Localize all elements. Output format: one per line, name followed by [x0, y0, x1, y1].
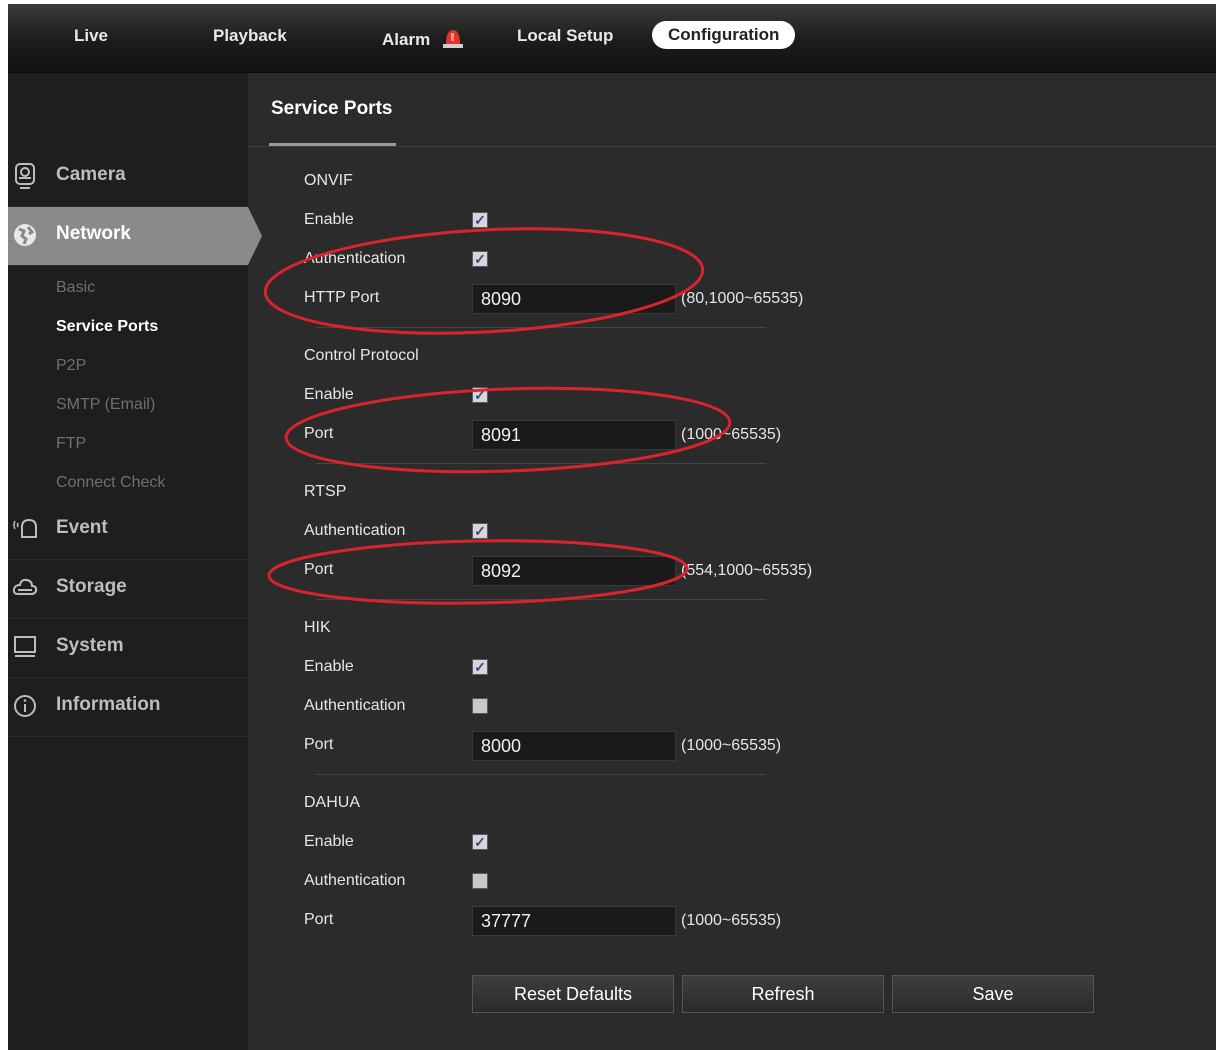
camera-icon	[15, 163, 35, 189]
onvif-enable-checkbox[interactable]: ✓	[472, 212, 488, 228]
onvif-section-title: ONVIF	[304, 172, 353, 189]
alarm-bell-icon	[13, 518, 37, 538]
dahua-port-range: (1000~65535)	[681, 912, 782, 929]
onvif-port-input[interactable]	[472, 284, 676, 314]
tab-alarm-label: Alarm	[382, 30, 431, 49]
sidebar-subitem-basic[interactable]: Basic	[56, 279, 95, 297]
hik-port-label: Port	[304, 736, 334, 753]
dahua-enable-checkbox[interactable]: ✓	[472, 834, 488, 850]
divider	[316, 463, 766, 464]
hik-enable-label: Enable	[304, 658, 354, 675]
tab-alarm[interactable]: Alarm	[382, 26, 465, 50]
rtsp-port-label: Port	[304, 561, 334, 578]
alarm-light-icon	[442, 30, 463, 48]
sidebar-subitem-smtp[interactable]: SMTP (Email)	[56, 396, 155, 414]
dahua-port-input[interactable]	[472, 906, 676, 936]
dahua-section-title: DAHUA	[304, 794, 361, 811]
rtsp-port-range: (554,1000~65535)	[681, 562, 813, 579]
control-port-label: Port	[304, 425, 334, 442]
hik-auth-checkbox[interactable]: ✓	[472, 698, 488, 714]
tab-local-setup[interactable]: Local Setup	[517, 26, 613, 46]
sidebar-item-storage[interactable]: Storage	[8, 560, 248, 619]
sidebar-subitem-ftp[interactable]: FTP	[56, 435, 86, 453]
sidebar-subitem-service-ports[interactable]: Service Ports	[56, 318, 158, 336]
dahua-port-label: Port	[304, 911, 334, 928]
annotation-ellipse-onvif	[263, 227, 705, 335]
divider	[316, 774, 766, 775]
tab-live[interactable]: Live	[74, 26, 108, 46]
onvif-auth-label: Authentication	[304, 250, 406, 267]
refresh-button[interactable]: Refresh	[682, 975, 884, 1013]
onvif-port-range: (80,1000~65535)	[681, 290, 804, 307]
sidebar-subitem-p2p[interactable]: P2P	[56, 357, 86, 375]
dahua-auth-checkbox[interactable]: ✓	[472, 873, 488, 889]
sidebar: Camera Network Basic Service Ports P2P S…	[8, 73, 262, 1050]
page-title: Service Ports	[271, 98, 393, 119]
sidebar-item-system[interactable]: System	[8, 619, 248, 678]
control-enable-label: Enable	[304, 386, 354, 403]
hik-port-input[interactable]	[472, 731, 676, 761]
tab-playback[interactable]: Playback	[213, 26, 287, 46]
sidebar-item-camera[interactable]: Camera	[8, 148, 248, 207]
rtsp-auth-checkbox[interactable]: ✓	[472, 523, 488, 539]
hik-section-title: HIK	[304, 619, 331, 636]
app-window: Live Playback Alarm Local Setup Configur…	[8, 4, 1216, 1050]
divider	[248, 146, 1216, 147]
dahua-enable-label: Enable	[304, 833, 354, 850]
sidebar-item-label: System	[56, 635, 124, 656]
control-port-range: (1000~65535)	[681, 426, 782, 443]
control-section-title: Control Protocol	[304, 347, 419, 364]
divider	[316, 599, 766, 600]
rtsp-section-title: RTSP	[304, 483, 347, 500]
rtsp-auth-label: Authentication	[304, 522, 406, 539]
dahua-auth-label: Authentication	[304, 872, 406, 889]
sidebar-item-event[interactable]: Event	[8, 501, 248, 560]
hik-port-range: (1000~65535)	[681, 737, 782, 754]
monitor-icon	[14, 636, 36, 657]
divider	[316, 327, 766, 328]
sidebar-subitem-connect-check[interactable]: Connect Check	[56, 474, 165, 492]
cloud-storage-icon	[12, 578, 38, 595]
control-port-input[interactable]	[472, 420, 676, 450]
info-icon	[14, 695, 36, 717]
onvif-auth-checkbox[interactable]: ✓	[472, 251, 488, 267]
sidebar-item-information[interactable]: Information	[8, 678, 248, 737]
sidebar-item-label: Camera	[56, 164, 126, 185]
onvif-enable-label: Enable	[304, 211, 354, 228]
onvif-port-label: HTTP Port	[304, 289, 380, 306]
control-enable-checkbox[interactable]: ✓	[472, 387, 488, 403]
sidebar-item-label: Storage	[56, 576, 127, 597]
hik-enable-checkbox[interactable]: ✓	[472, 659, 488, 675]
sidebar-item-label: Information	[56, 694, 161, 715]
sidebar-item-label: Network	[56, 223, 131, 244]
top-nav-bar: Live Playback Alarm Local Setup Configur…	[8, 4, 1216, 73]
sidebar-item-label: Event	[56, 517, 108, 538]
save-button[interactable]: Save	[892, 975, 1094, 1013]
network-globe-icon	[14, 224, 36, 246]
reset-defaults-button[interactable]: Reset Defaults	[472, 975, 674, 1013]
tab-configuration[interactable]: Configuration	[652, 21, 796, 49]
rtsp-port-input[interactable]	[472, 556, 676, 586]
sidebar-item-network[interactable]: Network	[8, 207, 262, 266]
hik-auth-label: Authentication	[304, 697, 406, 714]
